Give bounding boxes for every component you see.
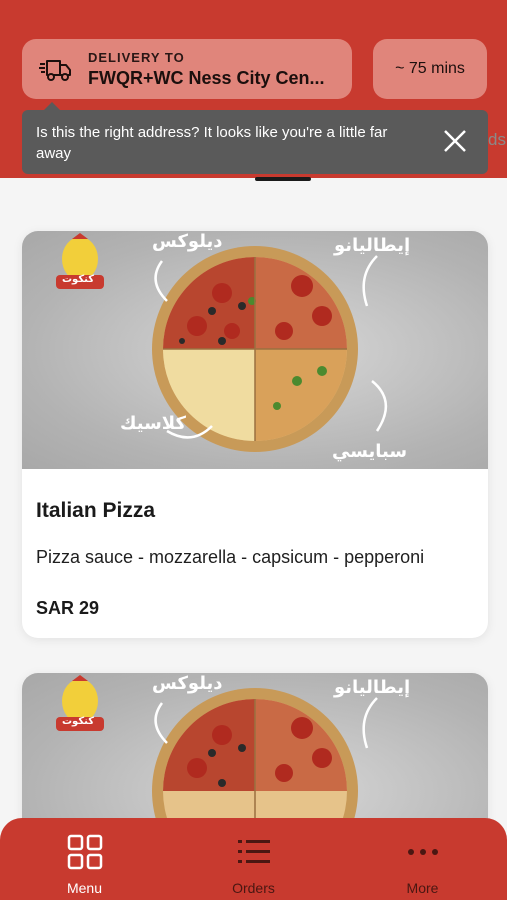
image-label-classic: كلاسيك — [120, 413, 186, 434]
image-label-italiano: إيطاليانو — [334, 677, 411, 698]
image-label-spicy: سبايسي — [332, 441, 408, 462]
nav-label-more: More — [406, 880, 439, 896]
address-warning-tooltip: Is this the right address? It looks like… — [22, 110, 488, 174]
nav-item-menu[interactable]: Menu — [0, 818, 169, 900]
image-label-deluxe: ديلوكس — [152, 231, 223, 252]
nav-item-orders[interactable]: Orders — [169, 818, 338, 900]
tab-peek-text: ds — [488, 130, 506, 149]
delivery-time-button[interactable]: ~ 75 mins — [373, 39, 487, 99]
brand-logo-text: كنكوت — [62, 716, 95, 727]
tooltip-arrow — [44, 102, 60, 110]
delivery-address: FWQR+WC Ness City Cen... — [88, 67, 325, 88]
grid-icon — [67, 834, 102, 870]
nav-label-menu: Menu — [66, 880, 103, 896]
image-label-deluxe: ديلوكس — [152, 673, 223, 694]
tab-indicator — [255, 177, 311, 181]
bottom-navigation: Menu Orders More — [0, 818, 507, 900]
delivery-truck-icon — [39, 60, 71, 81]
delivery-label: DELIVERY TO — [88, 49, 185, 65]
tooltip-message: Is this the right address? It looks like… — [36, 124, 388, 162]
pizza-image: ديلوكس إيطاليانو كلاسيك سبايسي كنكوت — [22, 231, 488, 469]
list-icon — [237, 840, 270, 863]
menu-item-price: SAR 29 — [36, 598, 100, 618]
menu-item-card[interactable]: ديلوكس إيطاليانو كلاسيك سبايسي كنكوت Ita… — [22, 231, 488, 638]
menu-item-title: Italian Pizza — [36, 499, 156, 522]
close-icon[interactable] — [442, 128, 468, 154]
nav-label-orders: Orders — [232, 880, 275, 896]
pizza-illustration — [56, 233, 387, 452]
brand-logo-text: كنكوت — [62, 274, 95, 285]
delivery-address-button[interactable]: DELIVERY TO FWQR+WC Ness City Cen... — [22, 39, 352, 99]
nav-item-more[interactable]: More — [338, 818, 507, 900]
menu-item-description: Pizza sauce - mozzarella - capsicum - pe… — [36, 547, 425, 567]
more-dots-icon — [407, 849, 438, 855]
image-label-italiano: إيطاليانو — [334, 235, 411, 256]
